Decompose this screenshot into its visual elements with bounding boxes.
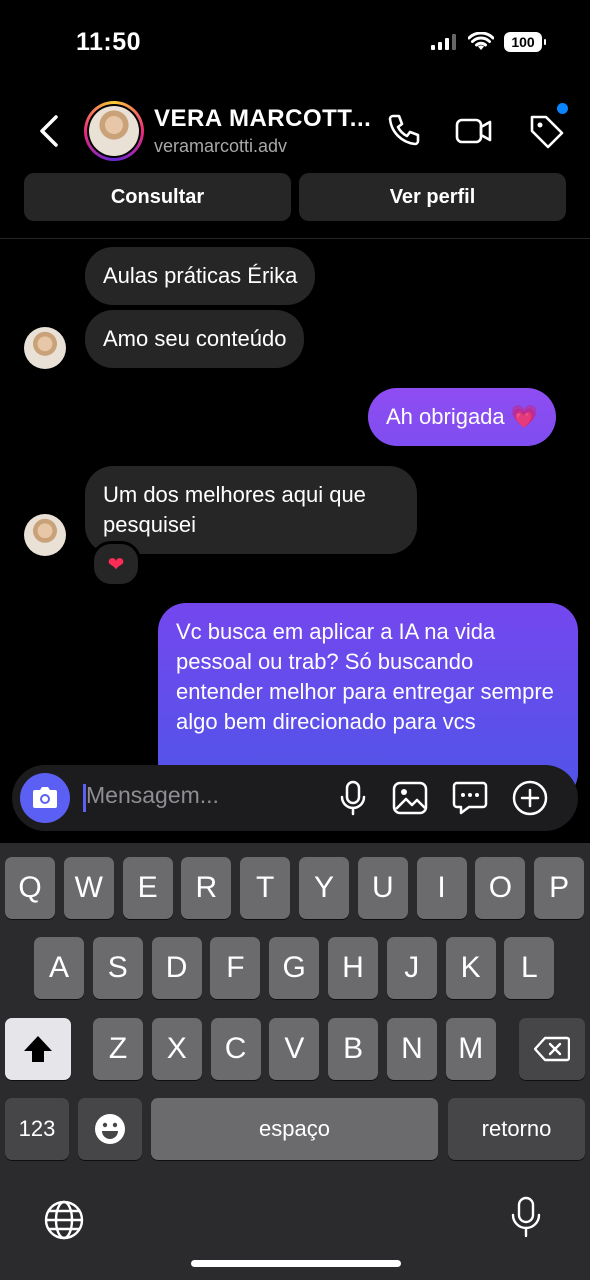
key-q[interactable]: Q xyxy=(5,857,55,919)
heart-reaction[interactable]: ❤ xyxy=(91,541,141,587)
key-u[interactable]: U xyxy=(357,857,408,919)
key-p[interactable]: P xyxy=(534,857,585,919)
message-incoming[interactable]: Um dos melhores aqui que pesquisei xyxy=(85,466,417,554)
key-j[interactable]: J xyxy=(386,937,437,999)
message-input[interactable] xyxy=(86,782,316,809)
numbers-key[interactable]: 123 xyxy=(5,1098,69,1160)
key-g[interactable]: G xyxy=(269,937,320,999)
backspace-key[interactable] xyxy=(519,1018,585,1080)
key-t[interactable]: T xyxy=(240,857,291,919)
key-e[interactable]: E xyxy=(122,857,173,919)
key-a[interactable]: A xyxy=(34,937,84,999)
message-incoming[interactable]: Amo seu conteúdo xyxy=(85,310,305,368)
backspace-icon xyxy=(534,1036,570,1062)
key-k[interactable]: K xyxy=(445,937,496,999)
camera-icon xyxy=(33,787,57,808)
signal-icon xyxy=(431,34,456,50)
battery-indicator: 100 xyxy=(504,32,546,52)
avatar-photo xyxy=(89,106,139,156)
key-h[interactable]: H xyxy=(328,937,378,999)
key-r[interactable]: R xyxy=(181,857,232,919)
key-n[interactable]: N xyxy=(387,1018,437,1080)
consult-button[interactable]: Consultar xyxy=(24,173,291,221)
gallery-icon[interactable] xyxy=(392,781,428,815)
key-y[interactable]: Y xyxy=(299,857,349,919)
key-z[interactable]: Z xyxy=(93,1018,143,1080)
phone-icon[interactable] xyxy=(384,112,422,150)
dictation-microphone-icon[interactable] xyxy=(510,1196,542,1240)
message-incoming[interactable]: Aulas práticas Érika xyxy=(85,247,316,305)
key-c[interactable]: C xyxy=(210,1018,261,1080)
key-x[interactable]: X xyxy=(151,1018,202,1080)
status-indicators: 100 xyxy=(430,32,546,52)
contact-name[interactable]: VERA MARCOTT... xyxy=(154,105,371,133)
shift-arrow-icon xyxy=(24,1036,52,1062)
key-o[interactable]: O xyxy=(475,857,526,919)
video-camera-icon[interactable] xyxy=(455,112,493,150)
key-l[interactable]: L xyxy=(504,937,555,999)
sticker-chat-icon[interactable] xyxy=(452,781,488,815)
globe-icon[interactable] xyxy=(43,1199,85,1241)
emoji-icon xyxy=(95,1114,125,1144)
message-outgoing[interactable]: Ah obrigada 💗 xyxy=(368,388,557,446)
view-profile-button[interactable]: Ver perfil xyxy=(299,173,566,221)
emoji-key[interactable] xyxy=(78,1098,142,1160)
key-d[interactable]: D xyxy=(151,937,202,999)
header-divider xyxy=(0,238,590,239)
chevron-left-icon[interactable] xyxy=(36,114,62,148)
notification-dot xyxy=(557,103,568,114)
microphone-icon[interactable] xyxy=(338,780,368,816)
key-m[interactable]: M xyxy=(445,1018,496,1080)
add-icon[interactable] xyxy=(512,780,548,816)
key-s[interactable]: S xyxy=(92,937,143,999)
contact-username: veramarcotti.adv xyxy=(154,136,288,156)
sender-avatar[interactable] xyxy=(24,514,66,556)
wifi-icon xyxy=(468,32,494,50)
home-indicator xyxy=(191,1260,401,1267)
key-v[interactable]: V xyxy=(269,1018,320,1080)
key-w[interactable]: W xyxy=(63,857,114,919)
key-f[interactable]: F xyxy=(210,937,261,999)
status-time: 11:50 xyxy=(76,28,142,56)
space-key[interactable]: espaço xyxy=(151,1098,438,1160)
key-i[interactable]: I xyxy=(416,857,467,919)
key-b[interactable]: B xyxy=(328,1018,379,1080)
camera-button[interactable] xyxy=(20,773,70,823)
sender-avatar[interactable] xyxy=(24,327,66,369)
tag-icon[interactable] xyxy=(528,112,566,150)
contact-avatar[interactable] xyxy=(84,101,144,161)
return-key[interactable]: retorno xyxy=(448,1098,585,1160)
shift-key[interactable] xyxy=(5,1018,71,1080)
